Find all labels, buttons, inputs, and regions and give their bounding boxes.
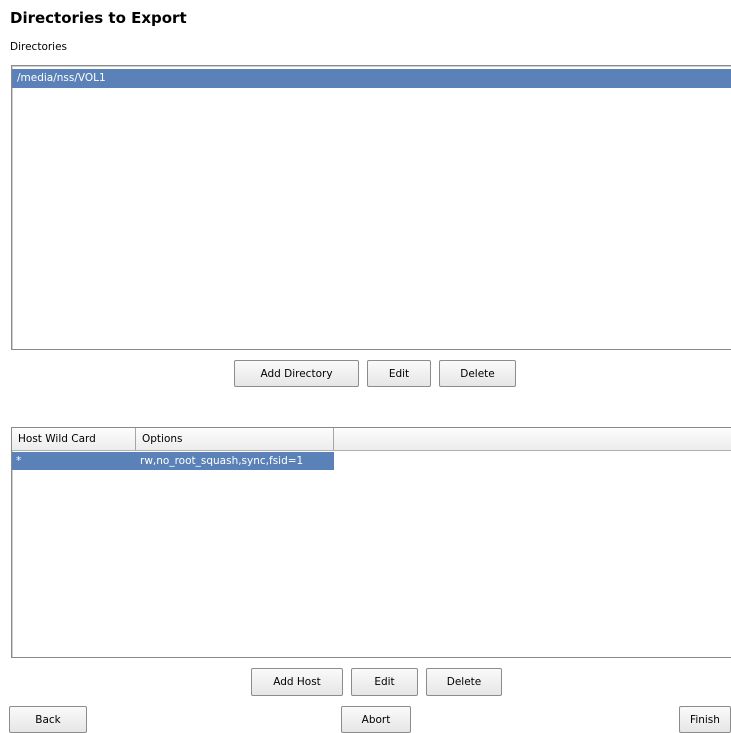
add-host-button[interactable]: Add Host — [251, 668, 343, 696]
edit-directory-button[interactable]: Edit — [367, 360, 431, 387]
finish-button[interactable]: Finish — [679, 706, 731, 733]
delete-host-button[interactable]: Delete — [426, 668, 502, 696]
back-button[interactable]: Back — [9, 706, 87, 733]
directories-list[interactable]: /media/nss/VOL1 — [11, 65, 731, 350]
cell-host: * — [16, 455, 22, 467]
table-row[interactable]: * rw,no_root_squash,sync,fsid=1 — [12, 452, 334, 470]
abort-button[interactable]: Abort — [341, 706, 411, 733]
add-directory-button[interactable]: Add Directory — [234, 360, 359, 387]
column-host-wild-card[interactable]: Host Wild Card — [12, 428, 136, 450]
hosts-table[interactable]: Host Wild Card Options * rw,no_root_squa… — [11, 427, 731, 658]
edit-host-button[interactable]: Edit — [351, 668, 418, 696]
hosts-table-header: Host Wild Card Options — [12, 428, 731, 451]
column-options[interactable]: Options — [136, 428, 334, 450]
header-filler — [334, 428, 731, 450]
directory-path: /media/nss/VOL1 — [17, 72, 106, 84]
delete-directory-button[interactable]: Delete — [439, 360, 516, 387]
directories-label: Directories — [10, 41, 68, 53]
list-item[interactable]: /media/nss/VOL1 — [12, 69, 731, 88]
page-title: Directories to Export — [10, 9, 187, 27]
cell-options: rw,no_root_squash,sync,fsid=1 — [140, 455, 304, 467]
